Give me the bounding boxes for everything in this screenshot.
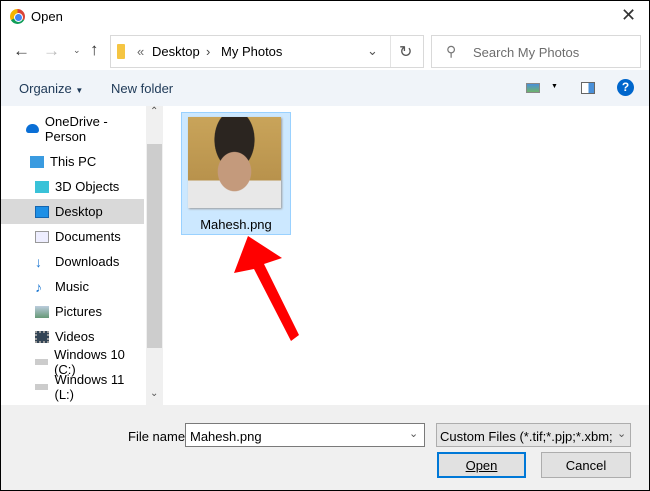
file-thumbnail[interactable] [188,117,281,208]
red-arrow-annotation [234,236,299,341]
navigation-pane: OneDrive - Person This PC 3D Objects Des… [1,106,146,406]
breadcrumb-my-photos[interactable]: My Photos [221,44,282,59]
sidebar-item-downloads[interactable]: ↓ Downloads [1,249,144,274]
file-name-value: Mahesh.png [190,429,262,444]
breadcrumb-desktop[interactable]: Desktop [152,44,200,59]
folder-icon [117,44,125,59]
pc-icon [30,155,44,168]
cancel-label: Cancel [565,457,607,473]
cube-icon [35,180,49,193]
preview-pane-button[interactable] [581,82,595,94]
new-folder-button[interactable]: New folder [111,81,173,96]
divider [390,36,391,67]
open-button[interactable]: Open [437,452,526,478]
sidebar-item-videos[interactable]: Videos [1,324,144,349]
sidebar-item-windows-10[interactable]: Windows 10 (C:) [1,347,144,377]
footer: File name: Mahesh.png ⌄ Custom Files (*.… [1,405,649,490]
toolbar: Organize ▼ New folder ▼ ? [1,70,649,106]
sidebar-item-label: Documents [55,229,121,244]
organize-button[interactable]: Organize ▼ [19,81,83,96]
drive-icon [35,358,49,365]
onedrive-icon [26,124,39,133]
search-icon: ⚲ [446,43,457,59]
file-type-value: Custom Files (*.tif;*.pjp;*.xbm;*. [440,429,612,444]
open-dialog: Open ✕ ← → ⌄ ↑ « Desktop › My Photos ⌄ ↻… [1,1,649,490]
refresh-button[interactable]: ↻ [399,42,412,62]
videos-icon [35,330,49,343]
drive-icon [35,383,49,390]
chrome-icon [10,9,25,24]
address-dropdown-button[interactable]: ⌄ [367,43,378,59]
scrollbar-thumb[interactable] [147,144,162,348]
chevron-down-icon: ⌄ [617,428,627,440]
back-button[interactable]: ← [13,41,30,61]
sidebar-item-this-pc[interactable]: This PC [1,149,144,174]
overflow-chevron[interactable]: « [137,44,144,59]
breadcrumb-separator: › [206,44,211,59]
title-bar: Open ✕ [1,1,649,33]
file-name-label: File name: [128,429,189,444]
file-name-dropdown-icon[interactable]: ⌄ [409,427,418,440]
sidebar-item-desktop[interactable]: Desktop [1,199,144,224]
music-icon: ♪ [35,278,42,295]
view-dropdown-button[interactable]: ▼ [551,83,558,90]
sidebar-item-label: Music [55,279,89,294]
cancel-button[interactable]: Cancel [541,452,631,478]
sidebar-item-label: Downloads [55,254,120,269]
scroll-up-button[interactable]: ⌃ [150,106,158,117]
sidebar-item-pictures[interactable]: Pictures [1,299,144,324]
sidebar-item-onedrive[interactable]: OneDrive - Person [1,113,144,144]
sidebar-scrollbar[interactable]: ⌃ ⌄ [146,106,163,406]
help-button[interactable]: ? [617,79,634,96]
organize-label: Organize [19,81,72,96]
address-bar[interactable]: « Desktop › My Photos ⌄ ↻ [110,35,424,68]
sidebar-item-music[interactable]: ♪ Music [1,274,144,299]
sidebar-item-3d-objects[interactable]: 3D Objects [1,174,144,199]
file-name-label: Mahesh.png [200,217,272,232]
close-button[interactable]: ✕ [621,5,636,26]
desktop-icon [35,205,49,218]
documents-icon [35,230,49,243]
recent-locations-button[interactable]: ⌄ [73,45,81,56]
sidebar-item-label: Pictures [55,304,102,319]
file-type-select[interactable]: Custom Files (*.tif;*.pjp;*.xbm;*. ⌄ [436,423,631,447]
sidebar-item-label: Videos [55,329,95,344]
up-button[interactable]: ↑ [90,40,99,60]
scroll-down-button[interactable]: ⌄ [150,388,158,399]
change-view-icon[interactable] [526,83,540,93]
open-label: Open [465,457,498,473]
file-name-input[interactable]: Mahesh.png ⌄ [185,423,425,447]
sidebar-item-documents[interactable]: Documents [1,224,144,249]
search-input[interactable]: Search My Photos [473,45,579,60]
forward-button[interactable]: → [43,41,60,61]
sidebar-item-windows-11[interactable]: Windows 11 (L:) [1,371,144,402]
search-box[interactable]: ⚲ Search My Photos [431,35,641,68]
download-icon: ↓ [35,253,42,270]
sidebar-item-label: OneDrive - Person [44,113,108,144]
sidebar-item-label: 3D Objects [55,179,120,194]
sidebar-item-label: This PC [50,154,97,169]
sidebar-item-label: Windows 11 (L:) [54,371,125,402]
pictures-icon [35,305,49,318]
sidebar-item-label: Desktop [55,204,103,219]
window-title: Open [31,9,63,24]
arrow-shape [234,236,299,341]
